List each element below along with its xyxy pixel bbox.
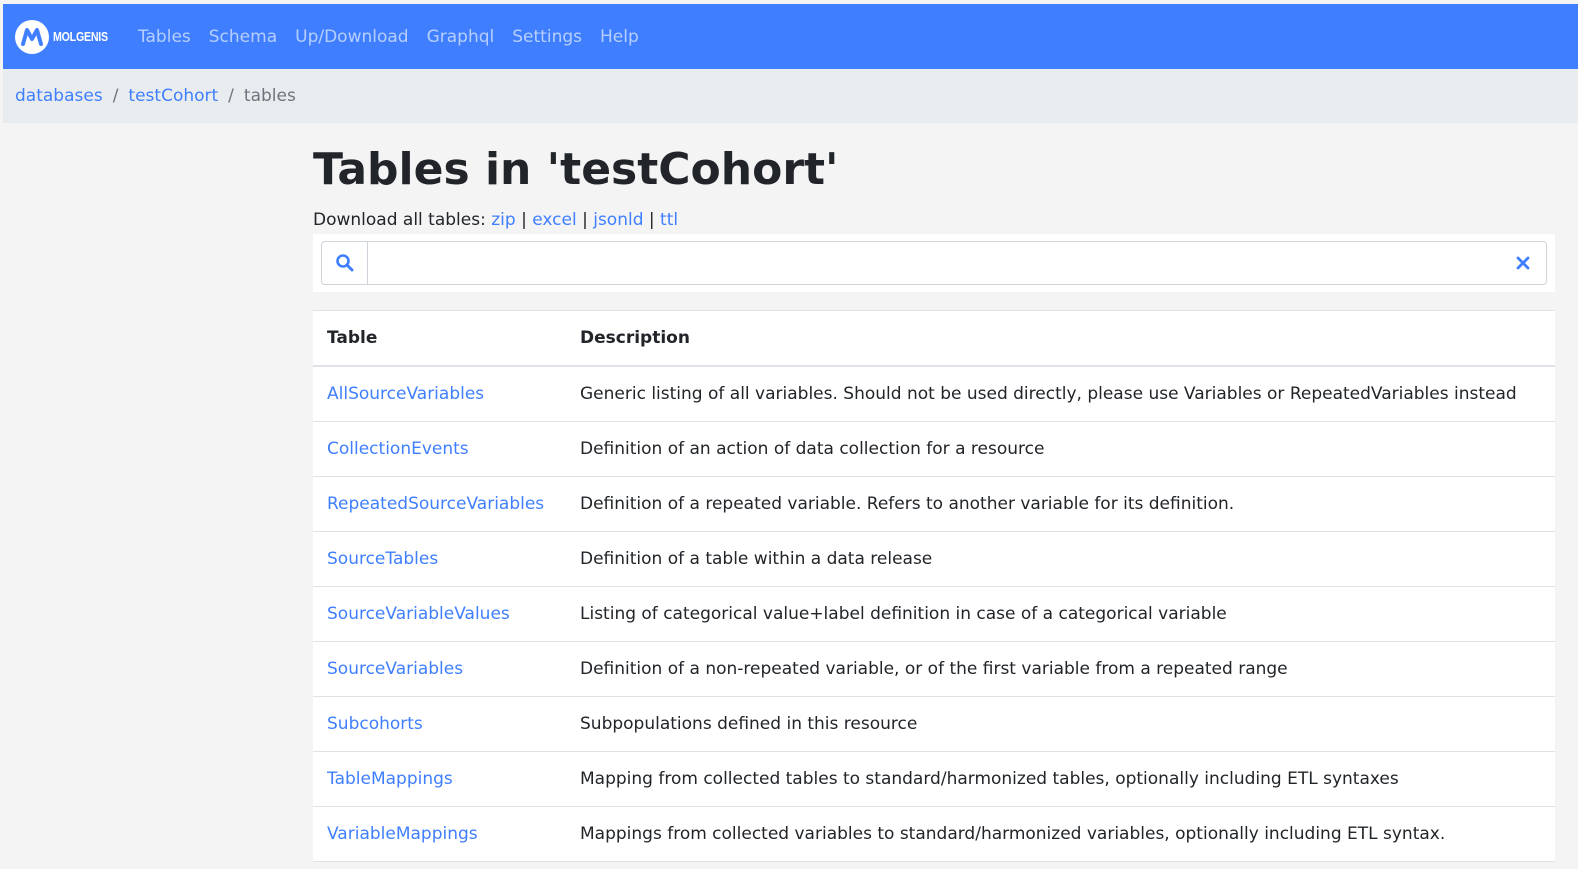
download-excel-link[interactable]: excel <box>532 210 576 230</box>
breadcrumb-databases[interactable]: databases <box>15 86 103 106</box>
search-input[interactable] <box>368 242 1500 285</box>
table-name-cell: SourceVariables <box>313 641 566 698</box>
table-description: Definition of an action of data collecti… <box>566 421 1555 478</box>
brand-name: MOLGENIS <box>53 29 108 44</box>
download-zip-link[interactable]: zip <box>491 210 515 230</box>
brand[interactable]: MOLGENIS <box>15 19 120 54</box>
tables-table: Table Description AllSourceVariables Gen… <box>313 310 1555 863</box>
download-separator: | <box>521 210 527 231</box>
table-description: Definition of a table within a data rele… <box>566 531 1555 588</box>
table-link-variablemappings[interactable]: VariableMappings <box>327 824 478 844</box>
table-name-cell: SourceVariableValues <box>313 586 566 643</box>
download-links: Download all tables: zip | excel | jsonl… <box>313 210 1555 230</box>
table-link-repeatedsourcevariables[interactable]: RepeatedSourceVariables <box>327 494 544 514</box>
table-name-cell: SourceTables <box>313 531 566 588</box>
download-separator: | <box>648 210 655 231</box>
table-row: AllSourceVariables Generic listing of al… <box>313 366 1555 423</box>
table-name-cell: VariableMappings <box>313 806 566 863</box>
search-group <box>321 241 1547 286</box>
nav-help[interactable]: Help <box>600 27 639 47</box>
breadcrumb: databases / testCohort / tables <box>3 69 1578 123</box>
clear-search-icon[interactable] <box>1500 242 1546 284</box>
table-name-cell: TableMappings <box>313 751 566 808</box>
table-link-subcohorts[interactable]: Subcohorts <box>327 714 423 734</box>
table-link-sourcetables[interactable]: SourceTables <box>327 549 438 569</box>
molgenis-logo-icon <box>15 19 49 54</box>
app-frame: MOLGENIS Tables Schema Up/Download Graph… <box>3 4 1578 869</box>
table-description: Definition of a repeated variable. Refer… <box>566 476 1555 533</box>
main-content: Tables in 'testCohort' Download all tabl… <box>313 124 1555 863</box>
table-row: SourceVariableValues Listing of categori… <box>313 586 1555 643</box>
breadcrumb-testcohort[interactable]: testCohort <box>128 86 218 106</box>
table-name-cell: CollectionEvents <box>313 421 566 478</box>
table-link-tablemappings[interactable]: TableMappings <box>327 769 453 789</box>
table-link-allsourcevariables[interactable]: AllSourceVariables <box>327 384 484 404</box>
table-link-sourcevariablevalues[interactable]: SourceVariableValues <box>327 604 510 624</box>
nav-schema[interactable]: Schema <box>209 27 277 47</box>
table-row: Subcohorts Subpopulations defined in thi… <box>313 696 1555 753</box>
table-description: Generic listing of all variables. Should… <box>566 366 1555 423</box>
table-link-collectionevents[interactable]: CollectionEvents <box>327 439 469 459</box>
breadcrumb-tables: tables <box>243 86 296 106</box>
breadcrumb-separator: / <box>112 86 119 106</box>
nav-tables[interactable]: Tables <box>138 27 191 47</box>
search-icon <box>322 242 368 285</box>
download-label: Download all tables: <box>313 210 486 231</box>
nav-updownload[interactable]: Up/Download <box>295 27 408 47</box>
column-header-description: Description <box>566 310 1555 368</box>
table-row: SourceTables Definition of a table withi… <box>313 531 1555 588</box>
table-description: Subpopulations defined in this resource <box>566 696 1555 753</box>
table-link-sourcevariables[interactable]: SourceVariables <box>327 659 463 679</box>
breadcrumb-separator: / <box>228 86 234 106</box>
download-jsonld-link[interactable]: jsonld <box>593 210 643 230</box>
table-row: TableMappings Mapping from collected tab… <box>313 751 1555 808</box>
search-bar <box>313 234 1555 293</box>
page-title: Tables in 'testCohort' <box>313 144 839 195</box>
nav-settings[interactable]: Settings <box>512 27 582 47</box>
table-header-row: Table Description <box>313 310 1555 368</box>
download-ttl-link[interactable]: ttl <box>660 210 678 230</box>
table-name-cell: Subcohorts <box>313 696 566 753</box>
table-row: VariableMappings Mappings from collected… <box>313 806 1555 863</box>
table-description: Definition of a non-repeated variable, o… <box>566 641 1555 698</box>
table-description: Mapping from collected tables to standar… <box>566 751 1555 808</box>
table-row: SourceVariables Definition of a non-repe… <box>313 641 1555 698</box>
table-name-cell: AllSourceVariables <box>313 366 566 423</box>
table-row: RepeatedSourceVariables Definition of a … <box>313 476 1555 533</box>
top-navbar: MOLGENIS Tables Schema Up/Download Graph… <box>3 4 1578 69</box>
nav-graphql[interactable]: Graphql <box>427 27 495 47</box>
download-separator: | <box>582 210 588 231</box>
table-row: CollectionEvents Definition of an action… <box>313 421 1555 478</box>
table-description: Mappings from collected variables to sta… <box>566 806 1555 863</box>
column-header-table: Table <box>313 310 566 368</box>
table-description: Listing of categorical value+label defin… <box>566 586 1555 643</box>
table-name-cell: RepeatedSourceVariables <box>313 476 566 533</box>
